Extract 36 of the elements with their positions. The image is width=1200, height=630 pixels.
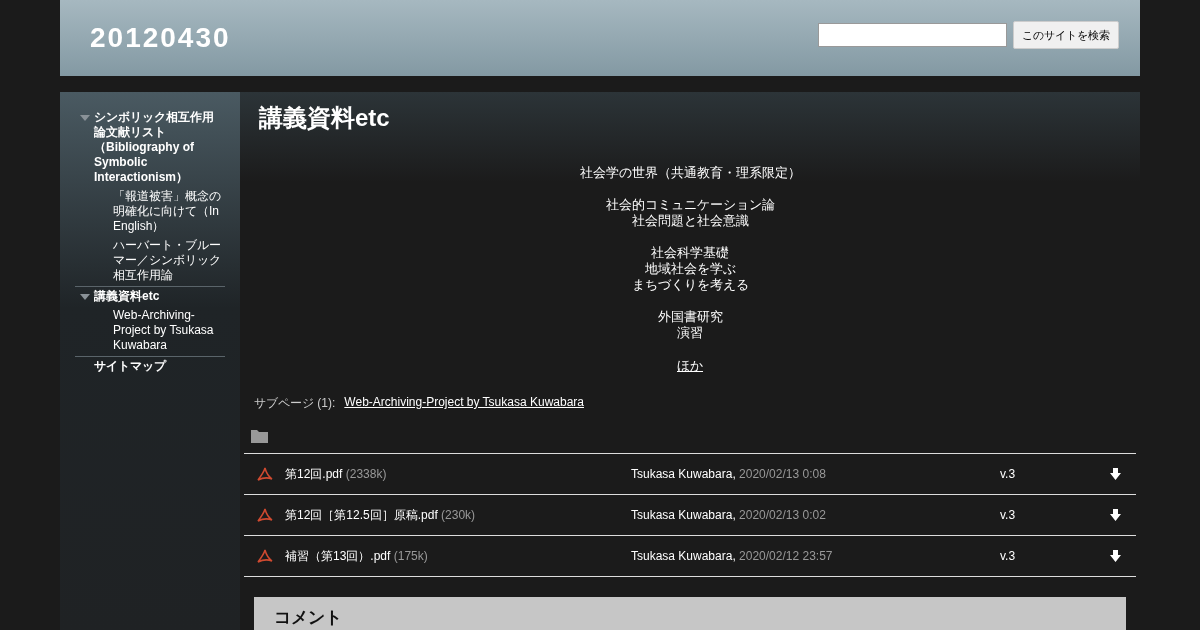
body-text: 地域社会を学ぶ (644, 261, 736, 277)
subpage-link[interactable]: Web-Archiving-Project by Tsukasa Kuwabara (344, 395, 584, 412)
file-author: Tsukasa Kuwabara, 2020/02/12 23:57 (631, 549, 834, 563)
body-text: 社会科学基礎 (651, 245, 729, 261)
body-text: 社会的コミュニケーション論 (605, 197, 775, 213)
sidebar-subitem[interactable]: 「報道被害」概念の明確化に向けて（In English） (113, 189, 225, 234)
download-icon[interactable] (1110, 468, 1121, 480)
file-name[interactable]: 補習（第13回）.pdf (175k) (285, 547, 631, 565)
body-text: まちづくりを考える (631, 277, 749, 293)
sidebar-item[interactable]: シンボリック相互作用論文献リスト（Bibliography of Symbolic Interactionism） (94, 110, 225, 185)
file-author: Tsukasa Kuwabara, 2020/02/13 0:02 (631, 508, 827, 522)
expand-triangle-icon[interactable] (80, 115, 90, 121)
subpages-label: サブページ (1): (254, 395, 336, 412)
body-text: 外国書研究 (657, 309, 723, 325)
file-version[interactable]: v.3 (1000, 508, 1110, 522)
body-text: 社会問題と社会意識 (631, 213, 749, 229)
file-author: Tsukasa Kuwabara, 2020/02/13 0:08 (631, 467, 827, 481)
search-button[interactable]: このサイトを検索 (1013, 21, 1119, 49)
body-text: 社会学の世界（共通教育・理系限定） (579, 165, 801, 181)
file-version[interactable]: v.3 (1000, 549, 1110, 563)
file-version[interactable]: v.3 (1000, 467, 1110, 481)
file-name[interactable]: 第12回.pdf (2338k) (285, 465, 631, 483)
sidebar-subitem[interactable]: Web-Archiving-Project by Tsukasa Kuwabara (113, 308, 225, 353)
sidebar-item[interactable]: 講義資料etc (94, 289, 160, 304)
more-link[interactable]: ほか (677, 357, 703, 375)
file-name[interactable]: 第12回［第12.5回］原稿.pdf (230k) (285, 506, 631, 524)
comments-title: コメント (274, 607, 343, 629)
search-field[interactable] (818, 23, 1007, 47)
download-icon[interactable] (1110, 509, 1121, 521)
expand-triangle-icon[interactable] (80, 294, 90, 300)
download-icon[interactable] (1110, 550, 1121, 562)
folder-icon[interactable] (251, 429, 268, 443)
sidebar-item[interactable]: サイトマップ (94, 359, 166, 374)
page-title: 講義資料etc (259, 103, 391, 133)
sidebar-subitem[interactable]: ハーバート・ブルーマー／シンボリック相互作用論 (113, 238, 225, 283)
body-text: 演習 (677, 325, 703, 341)
